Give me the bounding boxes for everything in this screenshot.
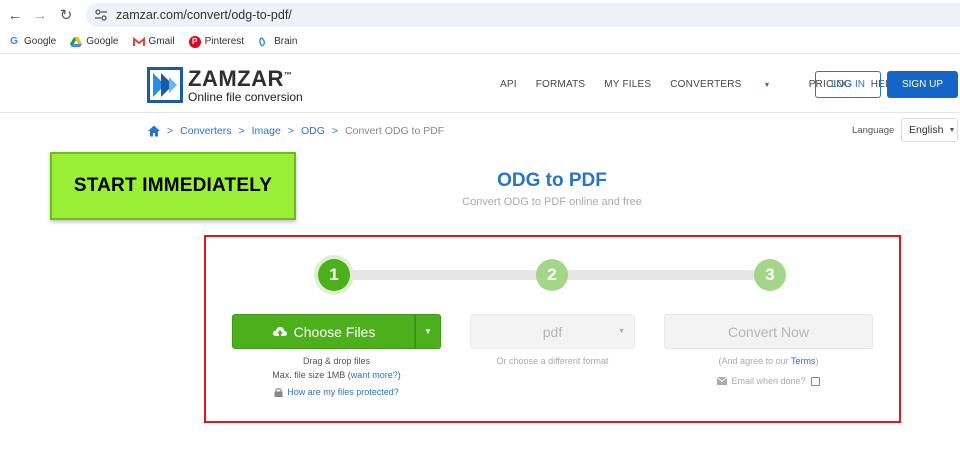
browser-toolbar: ← → ↻ zamzar.com/convert/odg-to-pdf/ <box>0 0 960 30</box>
zamzar-logo[interactable]: ZAMZAR™ Online file conversion <box>147 67 303 103</box>
step-2-badge: 2 <box>536 259 568 291</box>
caret-down-icon: ▼ <box>424 327 432 336</box>
url-bar[interactable]: zamzar.com/convert/odg-to-pdf/ <box>86 3 960 27</box>
google-drive-icon <box>70 36 83 47</box>
bookmark-gmail[interactable]: Gmail <box>132 36 175 48</box>
convert-now-button[interactable]: Convert Now <box>664 314 873 349</box>
bookmark-google[interactable]: G Google <box>8 36 56 48</box>
forward-arrow-icon[interactable]: → <box>30 5 50 25</box>
breadcrumb-odg[interactable]: ODG <box>301 125 325 137</box>
terms-link[interactable]: Terms <box>791 356 816 366</box>
caret-down-icon: ▼ <box>948 126 956 134</box>
format-value: pdf <box>542 323 563 340</box>
bookmarks-bar: G Google Google Gmail P Pinterest Brain <box>0 30 960 54</box>
language-select[interactable]: English ▼ <box>901 118 958 142</box>
menu-item-api[interactable]: API <box>500 79 517 90</box>
terms-agreement: (And agree to our Terms) <box>718 356 819 366</box>
step-3-badge: 3 <box>754 259 786 291</box>
bookmark-pinterest[interactable]: P Pinterest <box>188 35 245 48</box>
bookmark-label: Google <box>24 36 57 47</box>
menu-item-converters[interactable]: CONVERTERS ▼ <box>670 79 789 90</box>
breadcrumb-separator: > <box>238 125 245 137</box>
breadcrumb-image[interactable]: Image <box>252 125 281 137</box>
back-arrow-icon[interactable]: ← <box>5 5 25 25</box>
lock-icon <box>274 388 283 397</box>
brain-icon <box>259 36 266 47</box>
login-button[interactable]: LOG IN <box>815 71 881 98</box>
max-file-size-hint: Max. file size 1MB (want more?) <box>272 370 401 380</box>
bookmark-brain[interactable]: Brain <box>258 36 297 48</box>
url-text: zamzar.com/convert/odg-to-pdf/ <box>116 8 292 22</box>
caret-down-icon: ▼ <box>763 82 771 89</box>
menu-item-formats[interactable]: FORMATS <box>536 79 586 90</box>
breadcrumb-current: Convert ODG to PDF <box>345 125 445 137</box>
bookmark-label: Google <box>86 36 119 47</box>
format-hint: Or choose a different format <box>496 356 609 366</box>
site-header: ZAMZAR™ Online file conversion API FORMA… <box>0 55 960 113</box>
want-more-link[interactable]: want more? <box>351 370 398 380</box>
brand-tagline: Online file conversion <box>188 89 303 104</box>
google-g-icon: G <box>10 36 18 47</box>
language-label: Language <box>852 125 895 136</box>
bookmark-label: Gmail <box>148 36 175 47</box>
cloud-upload-icon <box>272 326 287 338</box>
pinterest-icon: P <box>188 35 201 48</box>
email-when-done-checkbox[interactable] <box>810 376 820 386</box>
email-when-done: Email when done? <box>664 376 873 386</box>
breadcrumb: > Converters > Image > ODG > Convert ODG… <box>148 125 444 137</box>
choose-files-label: Choose Files <box>293 323 376 340</box>
language-value: English <box>909 124 944 136</box>
page-title: ODG to PDF <box>497 170 607 191</box>
envelope-icon <box>717 377 728 385</box>
bookmark-label: Pinterest <box>204 36 245 47</box>
site-settings-icon[interactable] <box>94 8 108 22</box>
gmail-icon <box>132 36 145 46</box>
format-select[interactable]: pdf ▼ <box>470 314 635 349</box>
choose-files-button[interactable]: Choose Files <box>232 314 415 349</box>
breadcrumb-separator: > <box>287 125 294 137</box>
files-protected-link[interactable]: How are my files protected? <box>232 387 441 397</box>
page-subtitle: Convert ODG to PDF online and free <box>462 196 642 208</box>
files-protected-text: How are my files protected? <box>287 387 399 397</box>
breadcrumb-separator: > <box>167 125 174 137</box>
email-when-done-label: Email when done? <box>731 376 806 386</box>
bookmark-google-drive[interactable]: Google <box>70 36 119 48</box>
choose-files-dropdown[interactable]: ▼ <box>415 314 441 349</box>
breadcrumb-converters[interactable]: Converters <box>180 125 231 137</box>
caret-down-icon: ▼ <box>618 328 625 335</box>
brand-name: ZAMZAR™ <box>188 65 293 91</box>
bookmark-label: Brain <box>274 36 298 47</box>
step-1-badge: 1 <box>318 259 350 291</box>
home-icon[interactable] <box>148 125 160 137</box>
menu-item-my-files[interactable]: MY FILES <box>604 79 651 90</box>
reload-icon[interactable]: ↻ <box>56 5 76 25</box>
breadcrumb-separator: > <box>331 125 339 137</box>
signup-button[interactable]: SIGN UP <box>887 71 958 98</box>
drag-drop-hint: Drag & drop files <box>302 356 371 366</box>
zamzar-logo-icon <box>147 67 183 103</box>
